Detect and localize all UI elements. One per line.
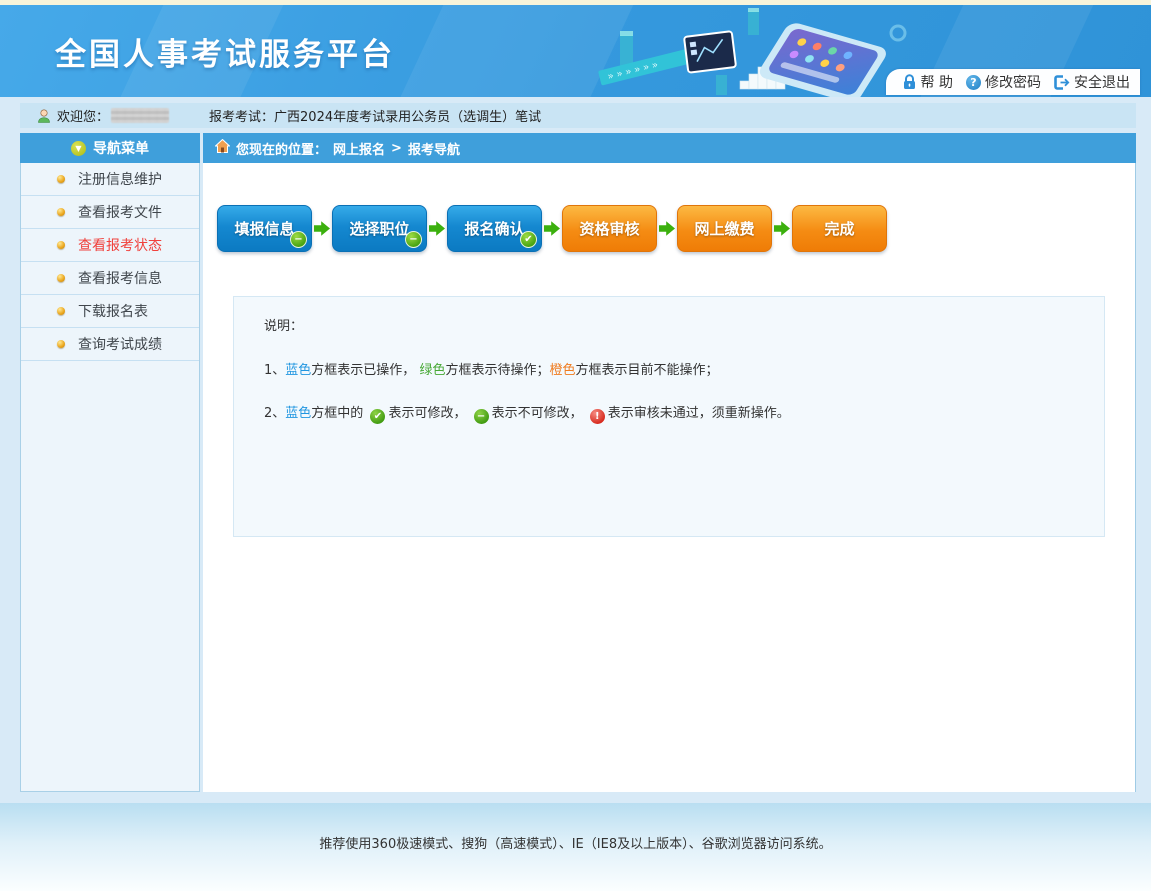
note-text-segment: 方框表示待操作； (445, 363, 549, 378)
exam-value: 广西2024年度考试录用公务员（选调生）笔试 (274, 106, 541, 125)
note-text-segment: 绿色 (419, 363, 445, 378)
exit-icon (1054, 75, 1070, 90)
quick-menu: 帮 助? 修改密码 安全退出 (886, 69, 1140, 95)
breadcrumb-location-label: 您现在的位置： (236, 139, 327, 158)
bullet-icon (57, 241, 65, 249)
lock-icon (902, 74, 917, 90)
sidebar-item-label: 查看报考状态 (78, 235, 162, 255)
sidebar-header: ▼ 导航菜单 (20, 133, 200, 163)
note-text-segment: 1、 (264, 363, 285, 378)
step-label: 选择职位 (349, 218, 409, 239)
flow-arrow-icon (544, 221, 560, 237)
page-title: 全国人事考试服务平台 (55, 29, 395, 74)
sidebar-item-download-application-form[interactable]: 下载报名表 (21, 295, 199, 328)
bullet-icon (57, 274, 65, 282)
exam-label: 报考考试： (209, 106, 274, 125)
sidebar-item-register-info-maintain[interactable]: 注册信息维护 (21, 163, 199, 196)
check-badge-icon: ✔ (520, 231, 537, 248)
note-text-segment: 方框表示已操作， (311, 363, 419, 378)
menu-item-label: 帮 助 (921, 72, 953, 92)
user-avatar-icon (36, 108, 52, 124)
footer-text: 推荐使用360极速模式、搜狗（高速模式）、IE（IE8及以上版本）、谷歌浏览器访… (319, 837, 831, 852)
sidebar-body: 注册信息维护查看报考文件查看报考状态查看报考信息下载报名表查询考试成绩 (20, 163, 200, 792)
sidebar-nav-list: 注册信息维护查看报考文件查看报考状态查看报考信息下载报名表查询考试成绩 (21, 163, 199, 361)
welcome-bar: 欢迎您： 报考考试： 广西2024年度考试录用公务员（选调生）笔试 (20, 103, 1136, 128)
note-text-segment: 表示可修改， (388, 406, 470, 421)
step-complete[interactable]: 完成 (792, 205, 887, 252)
minus-badge-icon: − (405, 231, 422, 248)
change-password-button[interactable]: ? 修改密码 (966, 72, 1041, 92)
note-text-segment: 蓝色 (285, 406, 311, 421)
note-text-segment: 方框表示目前不能操作； (575, 363, 718, 378)
alert-circle-icon: ! (590, 409, 605, 424)
step-online-payment[interactable]: 网上缴费 (677, 205, 772, 252)
breadcrumb-separator: > (391, 141, 402, 156)
breadcrumb-current: 报考导航 (408, 139, 460, 158)
notes-title: 说明： (264, 317, 1074, 337)
check-circle-icon: ✔ (370, 409, 385, 424)
step-fill-info[interactable]: 填报信息− (217, 205, 312, 252)
question-icon: ? (966, 75, 981, 90)
bullet-icon (57, 340, 65, 348)
step-label: 填报信息 (234, 218, 294, 239)
sidebar-item-label: 下载报名表 (78, 301, 148, 321)
minus-badge-icon: − (290, 231, 307, 248)
bullet-icon (57, 307, 65, 315)
note-text-segment: 方框中的 (311, 406, 367, 421)
step-label: 报名确认 (464, 218, 524, 239)
note-text-segment: 表示审核未通过，须重新操作。 (608, 406, 790, 421)
site-header: »»»»»» 全国人事考试服务平台 帮 助? 修改密码 安全退出 (0, 5, 1151, 97)
chevron-down-icon: ▼ (71, 141, 86, 156)
note-text-segment: 表示不可修改， (492, 406, 587, 421)
sidebar-item-label: 注册信息维护 (78, 169, 162, 189)
content-body: 填报信息−选择职位−报名确认✔资格审核网上缴费完成 说明： 1、蓝色方框表示已操… (203, 163, 1136, 792)
step-select-position[interactable]: 选择职位− (332, 205, 427, 252)
sidebar-item-label: 查询考试成绩 (78, 334, 162, 354)
home-icon (215, 139, 230, 157)
notes-line-1: 1、蓝色方框表示已操作， 绿色方框表示待操作；橙色方框表示目前不能操作； (264, 361, 1074, 381)
note-text-segment: 2、 (264, 406, 285, 421)
step-label: 完成 (824, 218, 854, 239)
sidebar-item-view-application-status[interactable]: 查看报考状态 (21, 229, 199, 262)
sidebar-item-query-exam-scores[interactable]: 查询考试成绩 (21, 328, 199, 361)
menu-item-label: 修改密码 (985, 72, 1041, 92)
greeting-label: 欢迎您： (57, 106, 109, 125)
bullet-icon (57, 175, 65, 183)
menu-item-label: 安全退出 (1074, 72, 1130, 92)
help-button[interactable]: 帮 助 (902, 72, 953, 92)
minus-circle-icon: − (474, 409, 489, 424)
flow-arrow-icon (659, 221, 675, 237)
sidebar: ▼ 导航菜单 注册信息维护查看报考文件查看报考状态查看报考信息下载报名表查询考试… (20, 133, 200, 792)
flow-arrow-icon (429, 221, 445, 237)
bullet-icon (57, 208, 65, 216)
sidebar-item-label: 查看报考文件 (78, 202, 162, 222)
note-text-segment: 蓝色 (285, 363, 311, 378)
step-label: 网上缴费 (694, 218, 754, 239)
sidebar-item-view-application-info[interactable]: 查看报考信息 (21, 262, 199, 295)
sidebar-title: 导航菜单 (93, 138, 149, 158)
sidebar-item-label: 查看报考信息 (78, 268, 162, 288)
flow-arrow-icon (774, 221, 790, 237)
sidebar-item-view-exam-documents[interactable]: 查看报考文件 (21, 196, 199, 229)
step-qualification-review[interactable]: 资格审核 (562, 205, 657, 252)
breadcrumb-section: 网上报名 (333, 139, 385, 158)
main-layout: ▼ 导航菜单 注册信息维护查看报考文件查看报考状态查看报考信息下载报名表查询考试… (20, 133, 1136, 792)
logout-button[interactable]: 安全退出 (1054, 72, 1130, 92)
notes-box: 说明： 1、蓝色方框表示已操作， 绿色方框表示待操作；橙色方框表示目前不能操作；… (233, 296, 1105, 537)
notes-line-2: 2、蓝色方框中的 ✔表示可修改， −表示不可修改， !表示审核未通过，须重新操作… (264, 404, 1074, 424)
step-label: 资格审核 (579, 218, 639, 239)
header-illustration: »»»»»» (598, 5, 928, 97)
registration-steps-flow: 填报信息−选择职位−报名确认✔资格审核网上缴费完成 (203, 163, 1135, 252)
user-name-redacted (111, 108, 169, 123)
page-footer: 推荐使用360极速模式、搜狗（高速模式）、IE（IE8及以上版本）、谷歌浏览器访… (0, 803, 1151, 891)
step-confirm-registration[interactable]: 报名确认✔ (447, 205, 542, 252)
breadcrumb: 您现在的位置： 网上报名 > 报考导航 (203, 133, 1136, 163)
content-area: 您现在的位置： 网上报名 > 报考导航 填报信息−选择职位−报名确认✔资格审核网… (203, 133, 1136, 792)
flow-arrow-icon (314, 221, 330, 237)
note-text-segment: 橙色 (549, 363, 575, 378)
